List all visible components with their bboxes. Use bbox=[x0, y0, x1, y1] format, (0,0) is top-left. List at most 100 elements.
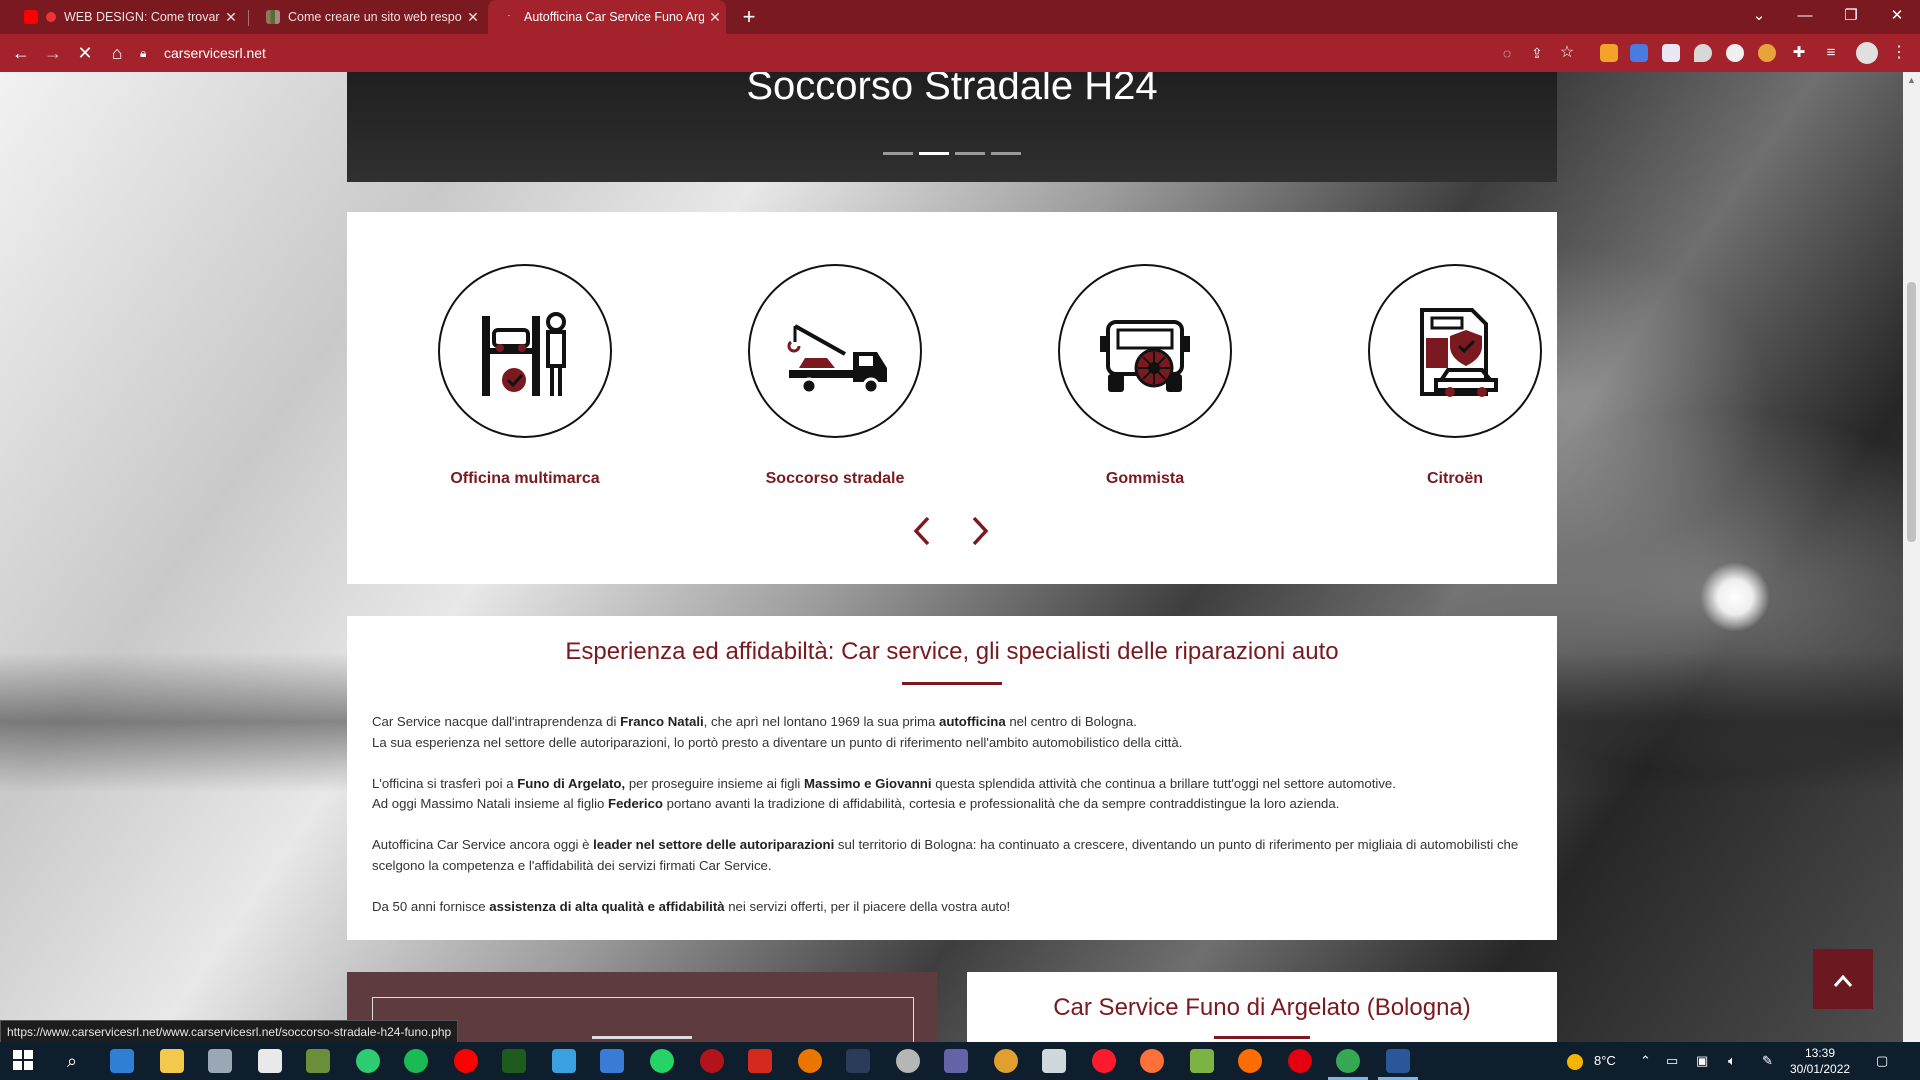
pen-workspace-icon[interactable]: ✎ bbox=[1762, 1042, 1773, 1080]
weather-sun-icon[interactable] bbox=[1566, 1042, 1584, 1080]
opera-gx-icon[interactable] bbox=[1288, 1049, 1312, 1073]
contact-title: Car Service Funo di Argelato (Bologna) bbox=[1053, 994, 1471, 1021]
tab-car-service[interactable]: · Autofficina Car Service Funo Argel ✕ bbox=[488, 0, 726, 34]
chevron-right-icon bbox=[972, 516, 989, 546]
youtube-icon bbox=[24, 10, 38, 24]
tab-separator bbox=[248, 10, 249, 26]
home-icon[interactable]: ⌂ bbox=[106, 42, 128, 64]
service-label: Officina multimarca bbox=[450, 470, 600, 487]
recycle-bin-icon[interactable] bbox=[1042, 1049, 1066, 1073]
minecraft-icon[interactable] bbox=[306, 1049, 330, 1073]
notifications-icon[interactable]: ▢ bbox=[1876, 1042, 1888, 1080]
weather-temperature[interactable]: 8°C bbox=[1594, 1042, 1616, 1080]
spotify-icon[interactable] bbox=[404, 1049, 428, 1073]
blender-icon[interactable] bbox=[798, 1049, 822, 1073]
tab-title: WEB DESIGN: Come trovare i bbox=[64, 10, 220, 24]
whatsapp-icon[interactable] bbox=[650, 1049, 674, 1073]
extension-docs-icon[interactable] bbox=[1662, 44, 1680, 62]
extension-honey-icon[interactable] bbox=[1600, 44, 1618, 62]
back-to-top-button[interactable] bbox=[1813, 949, 1873, 1009]
tracking-eye-off-icon[interactable]: ◌ bbox=[1496, 42, 1518, 64]
tire-service-icon bbox=[1058, 264, 1232, 438]
media-queue-icon[interactable]: ≡ bbox=[1820, 42, 1842, 64]
close-tab-icon[interactable]: ✕ bbox=[462, 9, 484, 26]
status-link-preview: https://www.carservicesrl.net/www.carser… bbox=[0, 1020, 459, 1044]
site-favicon-icon bbox=[266, 10, 280, 24]
tab-web-design[interactable]: WEB DESIGN: Come trovare i ✕ bbox=[10, 0, 242, 34]
taskbar-clock[interactable]: 13:39 30/01/2022 bbox=[1790, 1045, 1850, 1077]
nvidia-icon[interactable] bbox=[502, 1049, 526, 1073]
security-shield-icon[interactable] bbox=[600, 1049, 624, 1073]
scrollbar-thumb[interactable] bbox=[1907, 282, 1916, 542]
scroll-up-arrow-icon[interactable]: ▲ bbox=[1903, 72, 1920, 89]
virtual-machine-icon[interactable] bbox=[208, 1049, 232, 1073]
extension-translate-icon[interactable] bbox=[1630, 44, 1648, 62]
service-citroen[interactable]: Citroën bbox=[1350, 264, 1560, 488]
forward-arrow-icon[interactable]: → bbox=[42, 42, 64, 64]
new-tab-button[interactable]: + bbox=[736, 4, 762, 30]
bluestacks-icon[interactable] bbox=[1190, 1049, 1214, 1073]
about-section: Esperienza ed affidabiltà: Car service, … bbox=[347, 616, 1557, 940]
steam-icon[interactable] bbox=[896, 1049, 920, 1073]
youtube-music-icon[interactable] bbox=[454, 1049, 478, 1073]
file-explorer-icon[interactable] bbox=[160, 1049, 184, 1073]
service-gommista[interactable]: Gommista bbox=[1040, 264, 1250, 488]
davinci-resolve-icon[interactable] bbox=[846, 1049, 870, 1073]
hero-slider: Soccorso Stradale H24 bbox=[347, 72, 1557, 182]
page-scrollbar[interactable]: ▲ bbox=[1903, 72, 1920, 1042]
service-soccorso-stradale[interactable]: Soccorso stradale bbox=[730, 264, 940, 488]
slider-dot-3[interactable] bbox=[955, 152, 985, 155]
sourcetree-icon[interactable] bbox=[356, 1049, 380, 1073]
tab-responsive-site[interactable]: Come creare un sito web respon ✕ bbox=[252, 0, 484, 34]
contact-underline bbox=[1214, 1036, 1310, 1039]
opera-icon[interactable] bbox=[1092, 1049, 1116, 1073]
back-arrow-icon[interactable]: ← bbox=[10, 42, 32, 64]
slider-dot-4[interactable] bbox=[991, 152, 1021, 155]
tray-chevron-up-icon[interactable]: ⌃ bbox=[1640, 1042, 1651, 1080]
carousel-next-arrow[interactable] bbox=[965, 516, 995, 552]
close-tab-icon[interactable]: ✕ bbox=[704, 9, 726, 26]
address-bar[interactable]: 🔒︎ carservicesrl.net bbox=[140, 39, 1570, 67]
close-window-button[interactable]: ✕ bbox=[1874, 0, 1920, 34]
meet-now-icon[interactable]: ▭ bbox=[1666, 1042, 1678, 1080]
extension-cookie-icon[interactable] bbox=[1758, 44, 1776, 62]
windows-start-icon[interactable] bbox=[12, 1049, 36, 1073]
tab-search-chevron-icon[interactable]: ⌄ bbox=[1736, 0, 1782, 34]
volume-icon[interactable]: 🔈︎ bbox=[1728, 1042, 1736, 1080]
extension-lens-icon[interactable] bbox=[1726, 44, 1744, 62]
profile-avatar[interactable] bbox=[1856, 42, 1878, 64]
service-label: Gommista bbox=[1105, 470, 1185, 487]
teamviewer-icon[interactable] bbox=[552, 1049, 576, 1073]
car-document-insurance-icon bbox=[1368, 264, 1542, 438]
contact-card: Car Service Funo di Argelato (Bologna) bbox=[967, 972, 1557, 1042]
word-icon[interactable] bbox=[1386, 1049, 1410, 1073]
tor-browser-icon[interactable] bbox=[994, 1049, 1018, 1073]
share-icon[interactable]: ⇪ bbox=[1526, 42, 1548, 64]
slider-dot-1[interactable] bbox=[883, 152, 913, 155]
restore-button[interactable]: ❐ bbox=[1828, 0, 1874, 34]
slider-dot-2[interactable] bbox=[919, 152, 949, 155]
store-bag-icon[interactable] bbox=[258, 1049, 282, 1073]
about-title: Esperienza ed affidabiltà: Car service, … bbox=[565, 638, 1339, 665]
teams-icon[interactable] bbox=[944, 1049, 968, 1073]
car-lift-mechanic-icon bbox=[438, 264, 612, 438]
autocad-icon[interactable] bbox=[748, 1049, 772, 1073]
minimize-button[interactable]: — bbox=[1782, 0, 1828, 34]
services-carousel: Officina multimarca Soccorso stradale Go… bbox=[347, 212, 1557, 584]
bookmark-star-icon[interactable]: ☆ bbox=[1556, 42, 1578, 64]
extension-drop-icon[interactable] bbox=[1694, 44, 1712, 62]
service-officina-multimarca[interactable]: Officina multimarca bbox=[420, 264, 630, 488]
carousel-prev-arrow[interactable] bbox=[907, 516, 937, 552]
loading-favicon-icon: · bbox=[507, 10, 511, 20]
avast-icon[interactable] bbox=[1238, 1049, 1262, 1073]
mail-icon[interactable] bbox=[110, 1049, 134, 1073]
stop-loading-icon[interactable]: ✕ bbox=[74, 42, 96, 64]
firefox-icon[interactable] bbox=[1140, 1049, 1164, 1073]
more-menu-icon[interactable]: ⋮ bbox=[1888, 42, 1910, 64]
extensions-puzzle-icon[interactable]: ✚ bbox=[1788, 42, 1810, 64]
chrome-icon[interactable] bbox=[1336, 1049, 1360, 1073]
network-icon[interactable]: ▣ bbox=[1696, 1042, 1708, 1080]
search-icon[interactable]: ⌕ bbox=[60, 1049, 84, 1073]
close-tab-icon[interactable]: ✕ bbox=[220, 9, 242, 26]
davinci-red-icon[interactable] bbox=[700, 1049, 724, 1073]
